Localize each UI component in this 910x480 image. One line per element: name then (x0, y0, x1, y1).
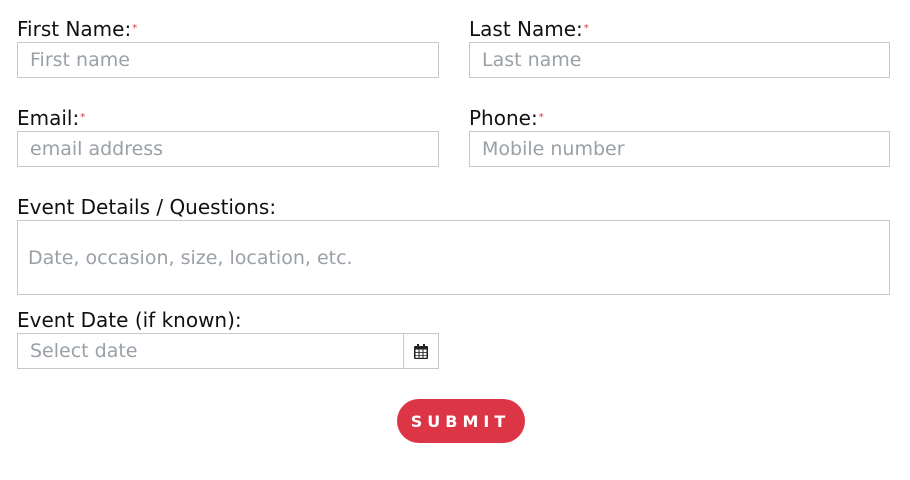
last-name-label-text: Last Name: (469, 17, 583, 41)
last-name-label: Last Name:* (469, 17, 589, 41)
submit-button[interactable]: SUBMIT (397, 399, 525, 443)
event-details-label-text: Event Details / Questions: (17, 195, 277, 219)
first-name-input[interactable] (17, 42, 439, 78)
required-marker: * (132, 23, 138, 34)
email-label-text: Email: (17, 106, 80, 130)
event-date-label: Event Date (if known): (17, 308, 242, 332)
phone-label-text: Phone: (469, 106, 538, 130)
event-details-textarea[interactable] (17, 220, 890, 295)
event-date-label-text: Event Date (if known): (17, 308, 242, 332)
first-name-label-text: First Name: (17, 17, 132, 41)
calendar-icon (414, 343, 428, 359)
event-details-label: Event Details / Questions: (17, 195, 276, 219)
last-name-input[interactable] (469, 42, 890, 78)
required-marker: * (583, 23, 589, 34)
email-label: Email:* (17, 106, 85, 130)
required-marker: * (538, 112, 544, 123)
phone-label: Phone:* (469, 106, 544, 130)
required-marker: * (80, 112, 86, 123)
phone-input[interactable] (469, 131, 890, 167)
event-date-input[interactable] (17, 333, 404, 369)
date-picker-button[interactable] (403, 333, 439, 369)
email-input[interactable] (17, 131, 439, 167)
first-name-label: First Name:* (17, 17, 137, 41)
